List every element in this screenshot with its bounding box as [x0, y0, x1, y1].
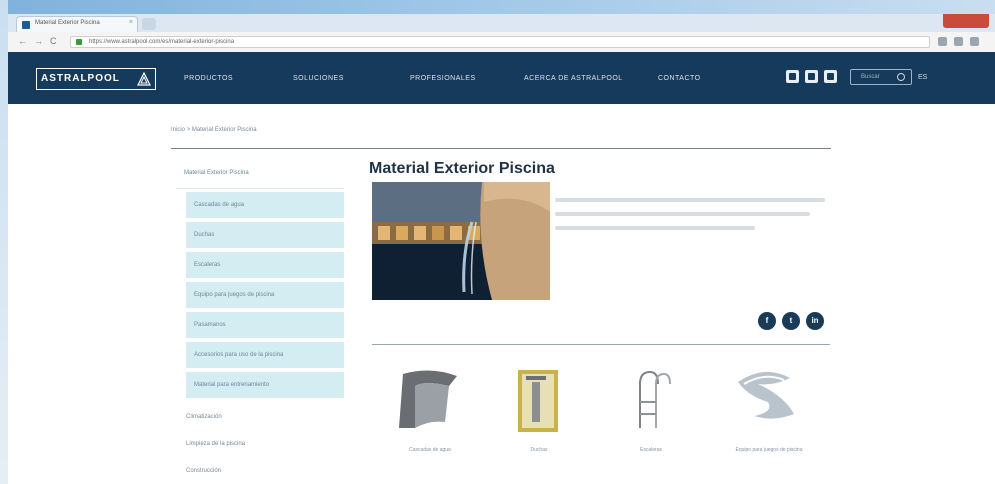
- divider: [171, 148, 831, 149]
- breadcrumb[interactable]: Inicio > Material Exterior Piscina: [171, 127, 257, 133]
- shower-product-image: [518, 370, 558, 432]
- browser-tab[interactable]: Material Exterior Piscina ×: [16, 16, 138, 32]
- reload-button[interactable]: C: [50, 36, 57, 46]
- waterfall-product-image: [399, 370, 457, 428]
- url-text: https://www.astralpool.com/es/material-e…: [89, 39, 235, 45]
- sidebar-title[interactable]: Material Exterior Piscina: [176, 158, 344, 189]
- sidebar-link[interactable]: Climatización: [186, 414, 222, 420]
- nav-item-acerca[interactable]: ACERCA DE ASTRALPOOL: [524, 75, 623, 82]
- product-card[interactable]: Cascadas de agua: [385, 362, 475, 472]
- window-frame: [0, 0, 8, 484]
- window-close-button[interactable]: [943, 14, 989, 28]
- sidebar-item[interactable]: Escaleras: [186, 252, 344, 280]
- sidebar-item[interactable]: Equipo para juegos de piscina: [186, 282, 344, 310]
- product-name: Duchas: [530, 447, 548, 453]
- nav-item-productos[interactable]: PRODUCTOS: [184, 75, 233, 82]
- ladder-product-image: [639, 370, 671, 428]
- sidebar-item-label: Accesorios para uso de la piscina: [194, 352, 284, 358]
- nav-item-soluciones[interactable]: SOLUCIONES: [293, 75, 344, 82]
- language-selector[interactable]: ES: [918, 74, 927, 81]
- site-header: ASTRALPOOL PRODUCTOS SOLUCIONES PROFESIO…: [8, 52, 995, 104]
- product-name: Equipo para juegos de piscina: [735, 447, 803, 453]
- search-placeholder: Buscar: [861, 74, 880, 80]
- slide-product-image: [738, 371, 794, 419]
- twitter-share-icon[interactable]: t: [782, 312, 800, 330]
- extension-icon[interactable]: [954, 37, 963, 46]
- hero-image: [372, 182, 550, 300]
- product-name: Cascadas de agua: [409, 447, 451, 453]
- tab-bar: Material Exterior Piscina ×: [8, 14, 995, 32]
- star-icon[interactable]: [938, 37, 947, 46]
- close-tab-icon[interactable]: ×: [129, 19, 133, 26]
- sidebar-link[interactable]: Construcción: [186, 468, 221, 474]
- product-card[interactable]: Escaleras: [606, 362, 696, 472]
- tab-title: Material Exterior Piscina: [35, 20, 100, 26]
- product-name: Escaleras: [640, 447, 662, 453]
- sidebar-link[interactable]: Limpieza de la piscina: [186, 441, 245, 447]
- sidebar-title-text: Material Exterior Piscina: [184, 170, 249, 176]
- sidebar-item-label: Escaleras: [194, 262, 221, 268]
- url-input[interactable]: https://www.astralpool.com/es/material-e…: [70, 36, 930, 48]
- forward-button[interactable]: →: [34, 36, 43, 46]
- sidebar-item-label: Pasamanos: [194, 322, 226, 328]
- sidebar-item[interactable]: Duchas: [186, 222, 344, 250]
- page-title: Material Exterior Piscina: [369, 160, 555, 177]
- menu-icon[interactable]: [970, 37, 979, 46]
- lock-icon: [76, 39, 82, 45]
- back-button[interactable]: ←: [18, 36, 27, 46]
- search-icon[interactable]: [897, 73, 905, 81]
- sidebar-item-label: Equipo para juegos de piscina: [194, 292, 275, 298]
- divider: [372, 344, 830, 345]
- logo-text: ASTRALPOOL: [41, 73, 120, 84]
- linkedin-icon[interactable]: [805, 70, 818, 83]
- sidebar-item[interactable]: Pasamanos: [186, 312, 344, 340]
- nav-item-contacto[interactable]: CONTACTO: [658, 75, 701, 82]
- new-tab-button[interactable]: [142, 18, 156, 30]
- address-bar: ← → C https://www.astralpool.com/es/mate…: [8, 32, 995, 53]
- window-titlebar: [0, 0, 995, 14]
- sidebar-item-label: Duchas: [194, 232, 215, 238]
- sidebar-item[interactable]: Accesorios para uso de la piscina: [186, 342, 344, 370]
- facebook-share-icon[interactable]: f: [758, 312, 776, 330]
- sidebar-item-label: Material para entrenamiento: [194, 382, 270, 388]
- product-card[interactable]: Duchas: [494, 362, 584, 472]
- sidebar-item[interactable]: Material para entrenamiento: [186, 372, 344, 400]
- sidebar-item[interactable]: Cascadas de agua: [186, 192, 344, 220]
- favicon-icon: [22, 21, 30, 29]
- facebook-icon[interactable]: [786, 70, 799, 83]
- linkedin-share-icon[interactable]: in: [806, 312, 824, 330]
- product-card[interactable]: Equipo para juegos de piscina: [724, 362, 814, 472]
- site-logo[interactable]: ASTRALPOOL: [36, 68, 156, 90]
- nav-item-profesionales[interactable]: PROFESIONALES: [410, 75, 476, 82]
- sidebar-item-label: Cascadas de agua: [194, 202, 245, 208]
- youtube-icon[interactable]: [824, 70, 837, 83]
- search-input[interactable]: Buscar: [850, 69, 912, 85]
- logo-mark-icon: [137, 72, 151, 86]
